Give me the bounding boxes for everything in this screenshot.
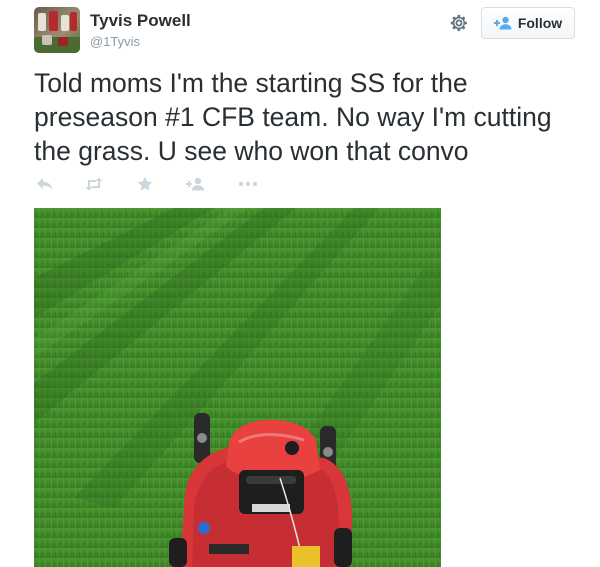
gear-icon[interactable] — [448, 12, 470, 34]
user-name[interactable]: Tyvis Powell — [90, 11, 191, 31]
user-handle[interactable]: @1Tyvis — [90, 34, 140, 49]
follow-user-icon[interactable] — [185, 174, 207, 194]
follow-user-icon — [493, 16, 512, 30]
user-avatar[interactable] — [34, 7, 80, 53]
lawn-mower — [169, 413, 353, 567]
more-dots-icon[interactable] — [237, 174, 259, 194]
follow-button[interactable]: Follow — [481, 7, 575, 39]
reply-icon[interactable] — [34, 174, 56, 194]
retweet-icon[interactable] — [83, 174, 105, 194]
tweet-text: Told moms I'm the starting SS for the pr… — [34, 68, 552, 166]
tweet-photo[interactable] — [34, 208, 441, 567]
favorite-star-icon[interactable] — [134, 174, 156, 194]
follow-button-label: Follow — [517, 15, 563, 31]
